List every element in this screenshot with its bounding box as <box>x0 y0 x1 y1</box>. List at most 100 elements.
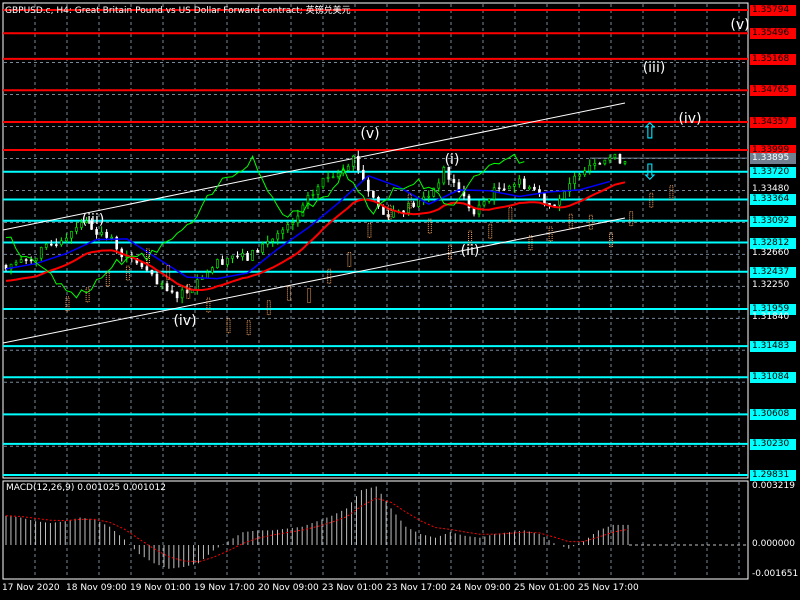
candle-body <box>236 255 239 258</box>
candle-body <box>39 247 43 259</box>
candle-body <box>452 179 456 183</box>
candle-body <box>105 231 108 238</box>
wave-label: (iv) <box>678 110 702 127</box>
candle-body <box>518 178 521 185</box>
macd-scale-label: 0.003219 <box>752 481 795 491</box>
candle-body <box>593 163 597 166</box>
candle-body <box>60 240 63 246</box>
candle-body <box>150 269 154 275</box>
candle-body <box>95 229 98 235</box>
ichimoku-cloud <box>488 223 493 239</box>
candle-body <box>613 154 617 159</box>
candle-body <box>447 167 451 180</box>
ichimoku-cloud <box>447 244 452 260</box>
candle-body <box>211 267 214 273</box>
price-label-support: 1.32437 <box>750 266 796 278</box>
candle-body <box>422 196 425 200</box>
candle-body <box>372 190 375 198</box>
candle-body <box>437 182 441 189</box>
candle-body <box>246 252 249 261</box>
candle-body <box>291 222 295 225</box>
arrow-down-icon: ⇩ <box>640 160 660 186</box>
candle-body <box>165 283 169 292</box>
ichimoku-cloud <box>105 271 110 287</box>
candle-body <box>316 186 320 195</box>
chart-title: GBPUSD.c, H4: Great Britain Pound vs US … <box>5 6 351 16</box>
candle-body <box>351 155 355 167</box>
macd-scale-label: 0.000000 <box>752 539 795 549</box>
candle-body <box>321 177 325 188</box>
time-axis-label: 19 Nov 17:00 <box>194 583 255 593</box>
candle-body <box>346 165 350 171</box>
candle-body <box>170 290 174 293</box>
price-scale-label: 1.33480 <box>752 184 790 195</box>
candle-body <box>286 224 290 231</box>
price-label-resistance: 1.35496 <box>750 28 796 40</box>
wave-label: (iii) <box>642 60 666 77</box>
candle-body <box>336 172 340 178</box>
price-label-resistance: 1.34357 <box>750 117 796 129</box>
candle-body <box>311 194 315 196</box>
candle-body <box>623 161 627 164</box>
candle-body <box>528 186 531 189</box>
ichimoku-cloud <box>669 185 674 201</box>
candle-body <box>417 198 420 207</box>
candle-body <box>261 243 264 253</box>
price-scale-label: 1.32660 <box>752 248 790 259</box>
candle-body <box>507 186 511 190</box>
time-axis-label: 19 Nov 01:00 <box>130 583 191 593</box>
time-axis-label: 23 Nov 01:00 <box>322 583 383 593</box>
candle-body <box>427 195 431 198</box>
main-panel-frame <box>2 2 749 479</box>
candle-body <box>603 159 607 165</box>
wave-label: (ii) <box>460 243 480 260</box>
candle-body <box>276 233 280 240</box>
macd-title: MACD(12,26,9) 0.001025 0.001012 <box>6 483 166 493</box>
candle-body <box>226 258 229 265</box>
candle-body <box>44 243 48 248</box>
candle-body <box>412 202 415 207</box>
ichimoku-cloud <box>246 320 251 336</box>
candle-body <box>512 183 516 187</box>
price-scale-label: 1.32250 <box>752 280 790 291</box>
time-axis-label: 25 Nov 01:00 <box>514 583 575 593</box>
candle-body <box>558 198 561 206</box>
candle-body <box>392 210 395 218</box>
candle-body <box>563 191 566 200</box>
price-label-support: 1.30608 <box>750 409 796 421</box>
ichimoku-cloud <box>548 226 553 242</box>
candle-body <box>70 231 73 239</box>
candle-body <box>65 237 68 242</box>
time-axis-label: 23 Nov 17:00 <box>386 583 447 593</box>
ichimoku-cloud <box>286 285 291 301</box>
price-label-resistance: 1.35794 <box>750 5 796 16</box>
ichimoku-cloud <box>367 222 372 238</box>
candle-body <box>608 157 612 161</box>
candle-body <box>110 236 113 239</box>
candle-body <box>100 231 103 235</box>
candle-body <box>583 170 587 175</box>
candle-body <box>271 238 275 242</box>
candle-body <box>160 283 164 285</box>
price-label-resistance: 1.35168 <box>750 53 796 65</box>
price-label-support: 1.30230 <box>750 438 796 450</box>
ichimoku-cloud <box>125 265 130 281</box>
candle-body <box>49 243 53 246</box>
candle-body <box>482 201 486 206</box>
candle-body <box>578 174 582 177</box>
price-label-support: 1.33364 <box>750 194 796 206</box>
candle-body <box>155 273 159 285</box>
candle-body <box>331 176 335 179</box>
candle-body <box>266 240 269 245</box>
candle-body <box>140 262 144 267</box>
candle-body <box>24 259 28 261</box>
candle-body <box>256 250 259 253</box>
time-axis-label: 24 Nov 09:00 <box>450 583 511 593</box>
macd-scale-label: -0.001651 <box>752 569 799 579</box>
wave-label: (iii) <box>81 212 105 229</box>
price-chart[interactable] <box>0 0 800 600</box>
candle-body <box>533 186 536 190</box>
time-axis-label: 20 Nov 09:00 <box>258 583 319 593</box>
price-scale-label: 1.31840 <box>752 312 790 323</box>
candle-body <box>216 259 219 268</box>
